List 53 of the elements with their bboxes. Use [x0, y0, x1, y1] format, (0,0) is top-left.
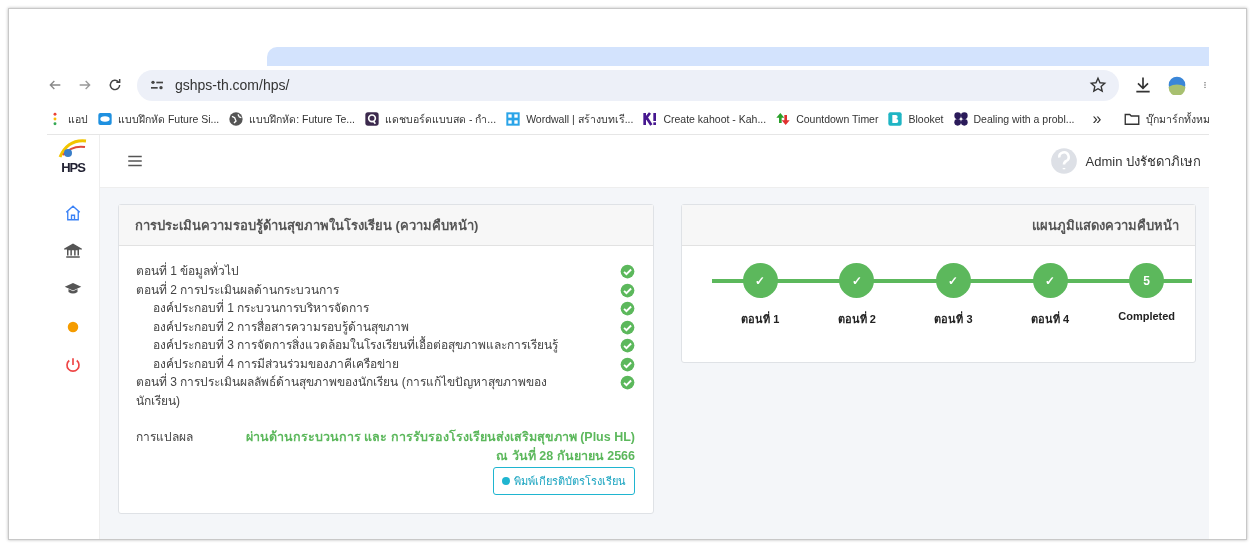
step-label: ตอนที่ 4: [1031, 310, 1070, 327]
result-label: การแปลผล: [136, 429, 194, 446]
step-label: ตอนที่ 1: [741, 310, 780, 327]
star-icon[interactable]: [1089, 76, 1107, 94]
grid-icon: [505, 111, 522, 127]
globe-icon: [228, 111, 245, 127]
checklist-item: ตอนที่ 2 การประเมินผลด้านกระบวนการ: [136, 280, 341, 299]
step-circle: ✓: [742, 263, 778, 298]
magnifier-square-icon: [364, 111, 381, 127]
result-text: ณ วันที่ 28 กันยายน 2566: [496, 448, 635, 463]
bookmark[interactable]: Dealing with a probl...: [952, 111, 1075, 127]
checklist-item: ตอนที่ 1 ข้อมูลทั่วไป: [136, 262, 241, 281]
address-bar[interactable]: gshps-th.com/hps/: [137, 69, 1119, 101]
checklist-item: องค์ประกอบที่ 2 การสื่อสารความรอบรู้ด้านสุขภาพ: [152, 317, 411, 336]
bookmark[interactable]: Countdown Timer: [775, 111, 879, 127]
letter-k-icon: [642, 111, 659, 127]
up-down-arrows-icon: [775, 111, 792, 127]
step-label: Completed: [1118, 310, 1176, 322]
letter-b-icon: [887, 111, 904, 127]
checklist-item: องค์ประกอบที่ 3 การจัดการสิ่งแวดล้อมในโรงเรียนที่เอื้อต่อสุขภาพและการเรียนรู้: [152, 336, 560, 355]
avatar-icon[interactable]: [1167, 75, 1187, 95]
bookmark[interactable]: Create kahoot - Kah...: [642, 111, 767, 127]
step-label: ตอนที่ 3: [934, 310, 973, 327]
four-dots-icon: [952, 111, 969, 127]
home-icon[interactable]: [64, 204, 82, 222]
checklist-item: องค์ประกอบที่ 1 กระบวนการบริหารจัดการ: [152, 299, 371, 317]
logo: HPS: [58, 137, 88, 174]
result-text: ผ่านด้านกระบวนการ และ การรับรองโรงเรียนส่งเสริมสุขภาพ (Plus HL): [245, 430, 635, 444]
bookmark[interactable]: แดชบอร์ดแบบสด - กำ...: [364, 110, 497, 128]
step-circle: ✓: [839, 263, 875, 298]
power-icon[interactable]: [64, 356, 82, 374]
card-title: แผนภูมิแสดงความคืบหน้า: [682, 205, 1195, 246]
all-bookmarks-folder[interactable]: บุ๊กมาร์กทั้งหม: [1123, 110, 1209, 128]
bookmark[interactable]: แบบฝึกหัด: Future Te...: [228, 110, 356, 128]
download-icon[interactable]: [1133, 75, 1153, 95]
step-label: ตอนที่ 2: [837, 310, 876, 327]
url-text: gshps-th.com/hps/: [175, 77, 291, 93]
bookmark[interactable]: Blooket: [887, 111, 944, 127]
step-circle: 5: [1129, 263, 1165, 298]
bank-icon[interactable]: [64, 242, 82, 260]
reload-icon[interactable]: [107, 77, 123, 93]
checklist-item: องค์ประกอบที่ 4 การมีส่วนร่วมของภาคีเครือข่าย: [152, 354, 401, 373]
bubble-icon: [97, 111, 113, 127]
user-menu[interactable]: Admin ปงรัชดาภิเษก: [1049, 147, 1201, 175]
more-bookmarks-button[interactable]: »: [1092, 110, 1102, 128]
step-circle: ✓: [936, 263, 971, 298]
bookmark[interactable]: แบบฝึกหัด Future Si...: [97, 110, 220, 128]
step-circle: ✓: [1032, 263, 1068, 298]
checklist-item: ตอนที่ 3 การประเมินผลลัพธ์ด้านสุขภาพของนักเรียน (การแก้ไขปัญหาสุขภาพของนักเรียน): [136, 373, 548, 410]
bookmark[interactable]: แอป: [47, 110, 88, 128]
bookmark[interactable]: Wordwall | สร้างบทเรี...: [505, 110, 634, 128]
user-avatar-icon: [1049, 147, 1078, 175]
card-title: การประเมินความรอบรู้ด้านสุขภาพในโรงเรียน (ความคืบหน้า): [119, 205, 653, 246]
